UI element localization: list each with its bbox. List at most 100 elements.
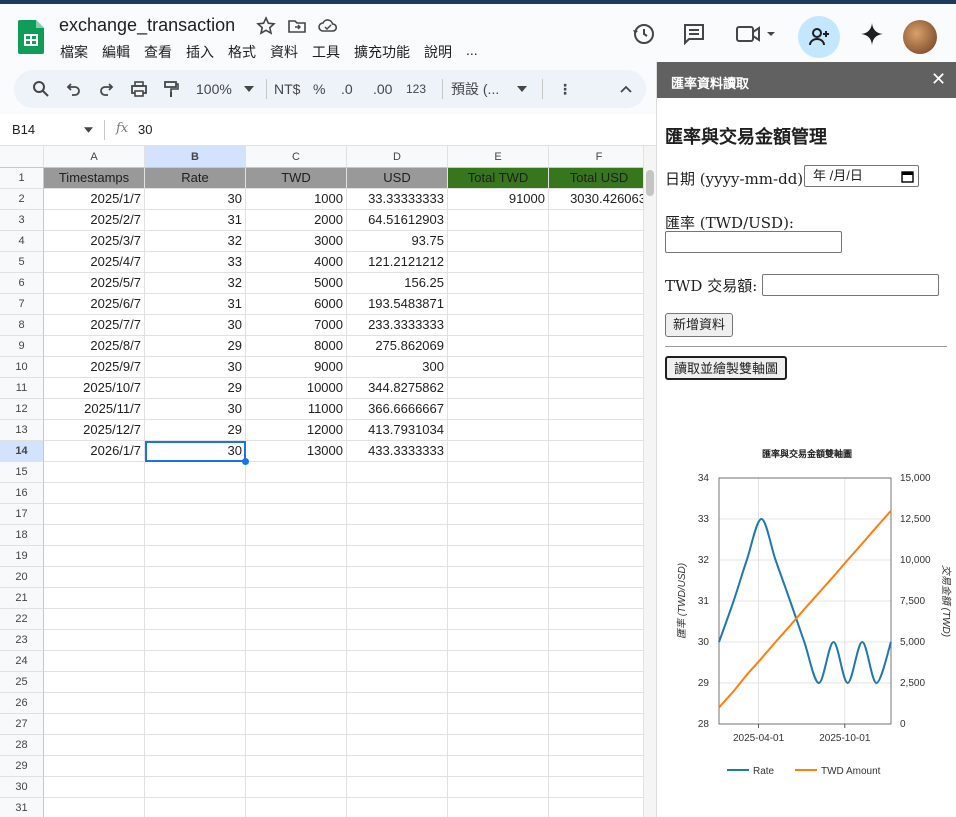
table-cell[interactable] (44, 588, 145, 609)
table-cell[interactable] (145, 714, 246, 735)
table-cell[interactable] (246, 714, 347, 735)
table-cell[interactable] (145, 756, 246, 777)
history-icon[interactable] (631, 21, 657, 47)
table-cell[interactable] (448, 651, 549, 672)
table-cell[interactable]: 11000 (246, 399, 347, 420)
row-header[interactable]: 13 (0, 420, 44, 441)
table-cell[interactable] (448, 252, 549, 273)
row-header[interactable]: 10 (0, 357, 44, 378)
row-header[interactable]: 19 (0, 546, 44, 567)
table-cell[interactable] (448, 315, 549, 336)
row-header[interactable]: 7 (0, 294, 44, 315)
table-cell[interactable] (448, 483, 549, 504)
table-cell[interactable]: 233.3333333 (347, 315, 448, 336)
row-header[interactable]: 11 (0, 378, 44, 399)
table-cell[interactable] (549, 567, 643, 588)
table-cell[interactable]: 30 (145, 315, 246, 336)
table-cell[interactable] (145, 525, 246, 546)
table-cell[interactable] (246, 546, 347, 567)
table-cell[interactable] (448, 630, 549, 651)
table-cell[interactable] (44, 651, 145, 672)
table-cell[interactable] (549, 504, 643, 525)
table-cell[interactable]: 31 (145, 210, 246, 231)
table-cell[interactable] (549, 525, 643, 546)
row-header[interactable]: 3 (0, 210, 44, 231)
table-cell[interactable]: 275.862069 (347, 336, 448, 357)
menu-more[interactable]: ... (466, 42, 478, 62)
row-header[interactable]: 24 (0, 651, 44, 672)
table-cell[interactable] (549, 357, 643, 378)
fill-handle[interactable] (242, 458, 249, 465)
decrease-decimal-button[interactable]: .0 (341, 70, 353, 108)
table-cell[interactable] (448, 546, 549, 567)
table-cell[interactable] (549, 441, 643, 462)
table-cell[interactable] (347, 735, 448, 756)
document-title[interactable]: exchange_transaction (59, 15, 235, 36)
formula-input[interactable]: 30 (138, 122, 152, 137)
row-header[interactable]: 30 (0, 777, 44, 798)
font-select[interactable]: 預設 (... (451, 70, 499, 108)
table-cell[interactable] (448, 714, 549, 735)
menu-data[interactable]: 資料 (270, 42, 298, 62)
table-cell[interactable]: 10000 (246, 378, 347, 399)
table-cell[interactable] (448, 357, 549, 378)
menu-help[interactable]: 說明 (424, 42, 452, 62)
more-options-button[interactable]: ⋮ (558, 70, 572, 108)
row-header[interactable]: 8 (0, 315, 44, 336)
table-cell[interactable]: TWD (246, 168, 347, 189)
gemini-icon[interactable] (859, 21, 885, 47)
table-cell[interactable]: Timestamps (44, 168, 145, 189)
table-cell[interactable] (347, 714, 448, 735)
table-cell[interactable] (347, 588, 448, 609)
paint-format-icon[interactable] (162, 80, 180, 98)
table-cell[interactable]: 30 (145, 357, 246, 378)
table-cell[interactable]: 30 (145, 189, 246, 210)
table-cell[interactable] (44, 525, 145, 546)
read-and-plot-button[interactable]: 讀取並繪製雙軸圖 (665, 356, 788, 380)
table-cell[interactable] (448, 231, 549, 252)
table-cell[interactable]: 64.51612903 (347, 210, 448, 231)
table-cell[interactable] (549, 483, 643, 504)
table-cell[interactable]: Rate (145, 168, 246, 189)
table-cell[interactable]: 2000 (246, 210, 347, 231)
table-cell[interactable] (549, 651, 643, 672)
table-cell[interactable] (44, 693, 145, 714)
table-cell[interactable] (549, 630, 643, 651)
table-cell[interactable] (44, 735, 145, 756)
table-cell[interactable] (246, 672, 347, 693)
table-cell[interactable]: 2025/6/7 (44, 294, 145, 315)
table-cell[interactable] (246, 483, 347, 504)
table-cell[interactable] (448, 441, 549, 462)
table-cell[interactable] (448, 567, 549, 588)
table-cell[interactable]: 33.33333333 (347, 189, 448, 210)
table-cell[interactable] (549, 252, 643, 273)
table-cell[interactable] (448, 693, 549, 714)
table-cell[interactable] (448, 672, 549, 693)
row-header[interactable]: 22 (0, 609, 44, 630)
table-cell[interactable] (246, 504, 347, 525)
currency-format-button[interactable]: NT$ (274, 70, 300, 108)
table-cell[interactable] (347, 651, 448, 672)
video-icon[interactable] (735, 21, 779, 47)
row-header[interactable]: 6 (0, 273, 44, 294)
increase-decimal-button[interactable]: .00 (373, 70, 392, 108)
table-cell[interactable]: 7000 (246, 315, 347, 336)
table-cell[interactable] (549, 399, 643, 420)
table-cell[interactable] (549, 231, 643, 252)
date-field[interactable]: 年 /月/日 (804, 165, 919, 187)
table-cell[interactable] (145, 588, 246, 609)
table-cell[interactable] (145, 483, 246, 504)
column-header-c[interactable]: C (246, 146, 347, 168)
menu-insert[interactable]: 插入 (186, 42, 214, 62)
row-header[interactable]: 25 (0, 672, 44, 693)
table-cell[interactable] (549, 273, 643, 294)
row-header[interactable]: 15 (0, 462, 44, 483)
table-cell[interactable]: 2026/1/7 (44, 441, 145, 462)
table-cell[interactable] (246, 777, 347, 798)
table-cell[interactable]: 2025/4/7 (44, 252, 145, 273)
column-header-b[interactable]: B (145, 146, 246, 168)
table-cell[interactable] (549, 693, 643, 714)
table-cell[interactable]: USD (347, 168, 448, 189)
add-data-button[interactable]: 新增資料 (665, 313, 734, 337)
row-header[interactable]: 21 (0, 588, 44, 609)
